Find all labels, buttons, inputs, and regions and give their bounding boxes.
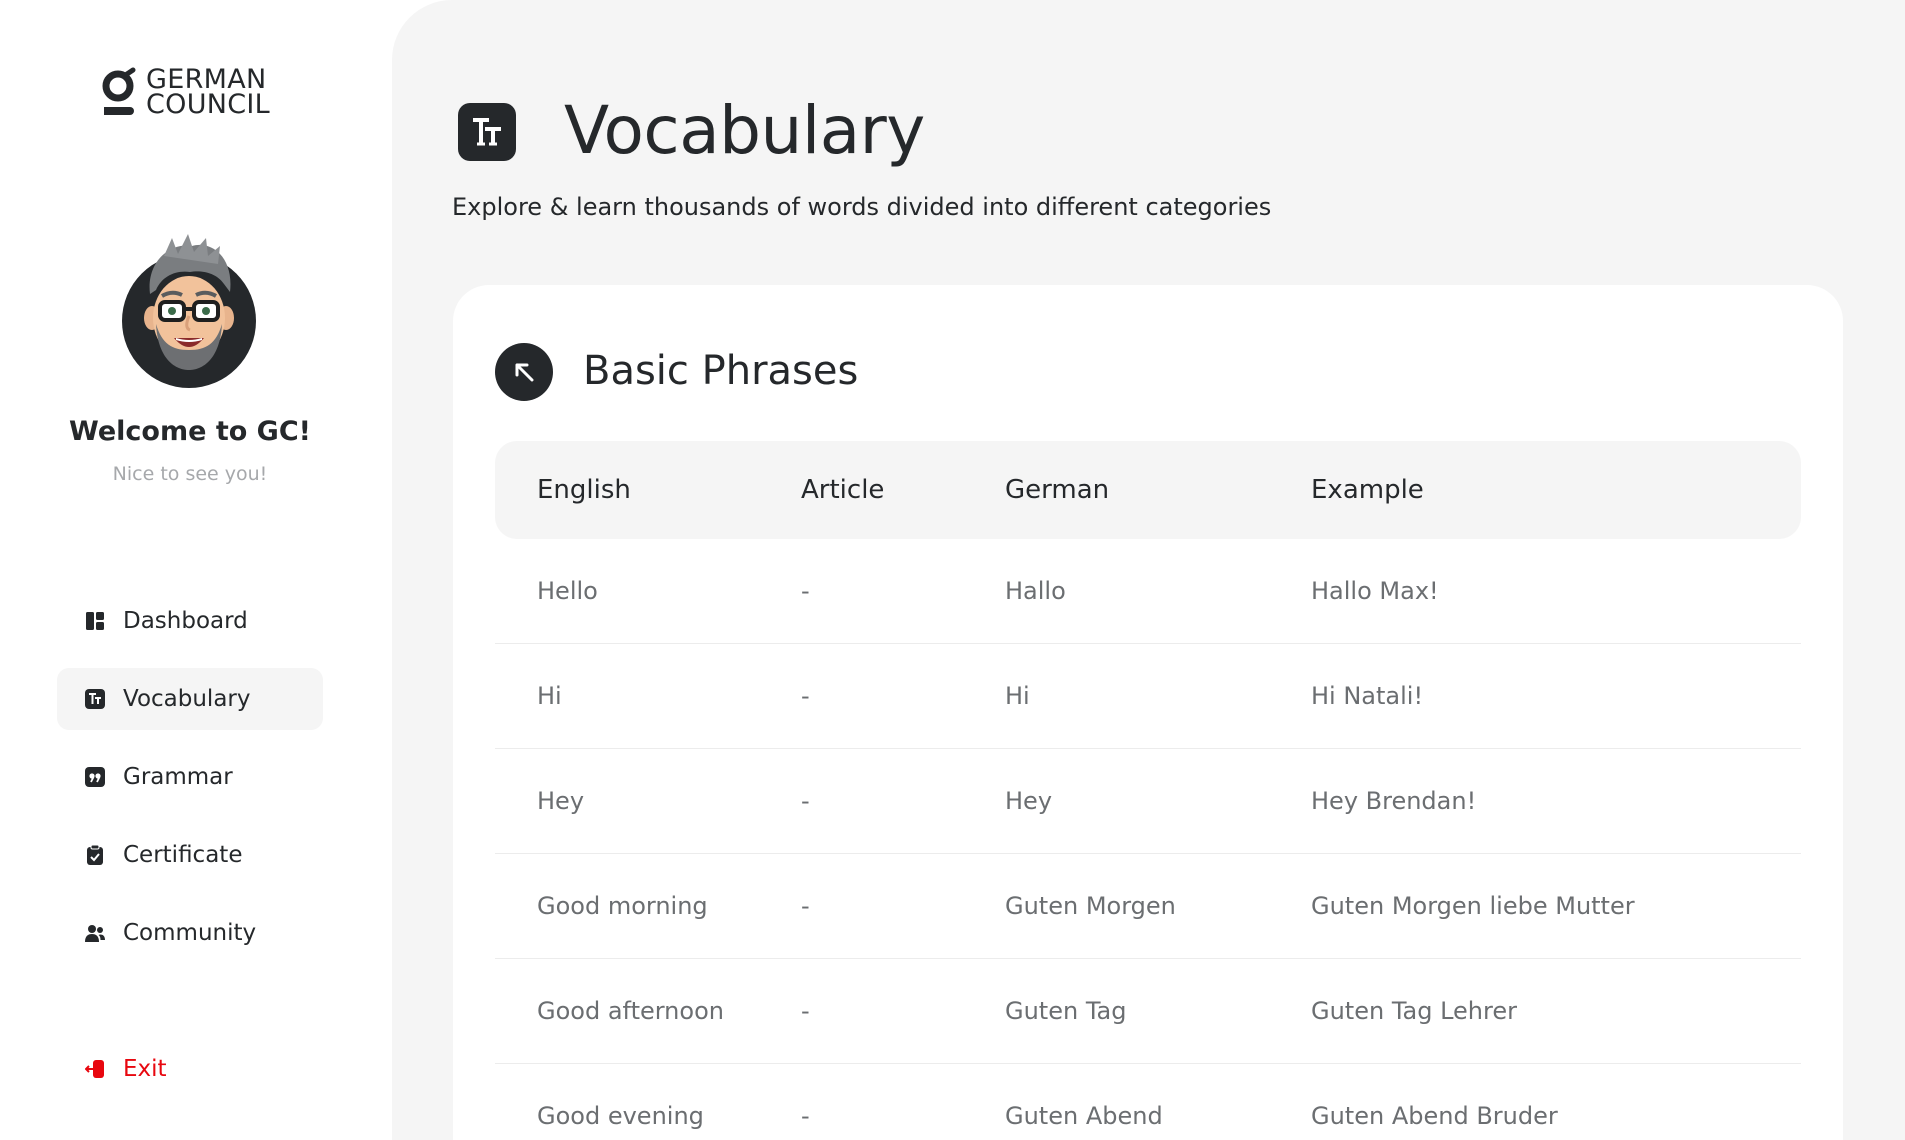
logo-mark-icon (102, 67, 136, 115)
arrow-up-left-icon (515, 363, 534, 382)
cell-example: Guten Tag Lehrer (1311, 997, 1517, 1025)
column-header-german[interactable]: German (1005, 475, 1311, 505)
table-header: English Article German Example (495, 441, 1801, 539)
cell-english: Hi (537, 682, 562, 710)
page-title: Vocabulary (564, 92, 925, 169)
cell-article: - (801, 892, 810, 920)
cell-german: Guten Tag (1005, 997, 1127, 1025)
cell-german: Hallo (1005, 577, 1066, 605)
table-row[interactable]: Good morning - Guten Morgen Guten Morgen… (495, 854, 1801, 959)
category-title: Basic Phrases (583, 348, 859, 394)
cell-article: - (801, 682, 810, 710)
memoji-avatar-icon (144, 234, 234, 370)
sidebar-item-label: Certificate (123, 842, 243, 868)
table-row[interactable]: Hi - Hi Hi Natali! (495, 644, 1801, 749)
table-row[interactable]: Hey - Hey Hey Brendan! (495, 749, 1801, 854)
sidebar-item-community[interactable]: Community (57, 902, 323, 964)
brand-logo[interactable]: GERMAN COUNCIL (100, 66, 271, 120)
cell-article: - (801, 787, 810, 815)
cell-example: Guten Abend Bruder (1311, 1102, 1558, 1130)
sidebar-item-label: Dashboard (123, 608, 248, 634)
cell-german: Hi (1005, 682, 1030, 710)
sidebar-nav: Dashboard Vocabulary Grammar Certificate… (57, 590, 323, 980)
brand-name: GERMAN COUNCIL (146, 66, 271, 120)
sidebar-item-certificate[interactable]: Certificate (57, 824, 323, 886)
table-row[interactable]: Good evening - Guten Abend Guten Abend B… (495, 1064, 1801, 1140)
welcome-heading: Welcome to GC! (69, 416, 311, 447)
sidebar-item-label: Grammar (123, 764, 233, 790)
table-row[interactable]: Hello - Hallo Hallo Max! (495, 539, 1801, 644)
exit-icon (85, 1060, 104, 1078)
text-size-icon (85, 689, 105, 709)
column-header-article[interactable]: Article (801, 475, 1005, 505)
cell-example: Hallo Max! (1311, 577, 1439, 605)
cell-example: Hi Natali! (1311, 682, 1424, 710)
welcome-subtitle: Nice to see you! (112, 463, 268, 485)
quote-icon (85, 767, 105, 787)
cell-german: Hey (1005, 787, 1053, 815)
cell-english: Good afternoon (537, 997, 724, 1025)
vocabulary-card: Basic Phrases English Article German Exa… (453, 285, 1843, 1140)
cell-german: Guten Morgen (1005, 892, 1176, 920)
column-header-example[interactable]: Example (1311, 475, 1801, 505)
sidebar-item-dashboard[interactable]: Dashboard (57, 590, 323, 652)
table-row[interactable]: Good afternoon - Guten Tag Guten Tag Leh… (495, 959, 1801, 1064)
cell-example: Hey Brendan! (1311, 787, 1477, 815)
sidebar-item-label: Community (123, 920, 257, 946)
page-subtitle: Explore & learn thousands of words divid… (452, 193, 1272, 221)
dashboard-icon (86, 612, 104, 630)
cell-english: Hey (537, 787, 585, 815)
sidebar-item-label: Vocabulary (123, 686, 251, 712)
sidebar-item-grammar[interactable]: Grammar (57, 746, 323, 808)
cell-article: - (801, 1102, 810, 1130)
cell-english: Good morning (537, 892, 708, 920)
main-content: Vocabulary Explore & learn thousands of … (392, 0, 1905, 1140)
users-icon (85, 925, 105, 942)
cell-english: Good evening (537, 1102, 704, 1130)
cell-article: - (801, 997, 810, 1025)
brand-line-2: COUNCIL (146, 89, 271, 120)
cell-example: Guten Morgen liebe Mutter (1311, 892, 1635, 920)
exit-label: Exit (123, 1056, 167, 1082)
sidebar: GERMAN COUNCIL Welcome to GC! Nice to se… (0, 0, 392, 1140)
cell-german: Guten Abend (1005, 1102, 1163, 1130)
clipboard-check-icon (87, 845, 103, 865)
column-header-english[interactable]: English (495, 475, 801, 505)
vocabulary-table: English Article German Example Hello - H… (495, 441, 1801, 1140)
back-arrow-button[interactable] (495, 343, 553, 401)
cell-english: Hello (537, 577, 598, 605)
sidebar-item-vocabulary[interactable]: Vocabulary (57, 668, 323, 730)
cell-article: - (801, 577, 810, 605)
avatar[interactable] (122, 234, 256, 388)
exit-button[interactable]: Exit (57, 1038, 323, 1100)
page-title-icon (458, 103, 516, 161)
text-size-icon (473, 118, 501, 146)
